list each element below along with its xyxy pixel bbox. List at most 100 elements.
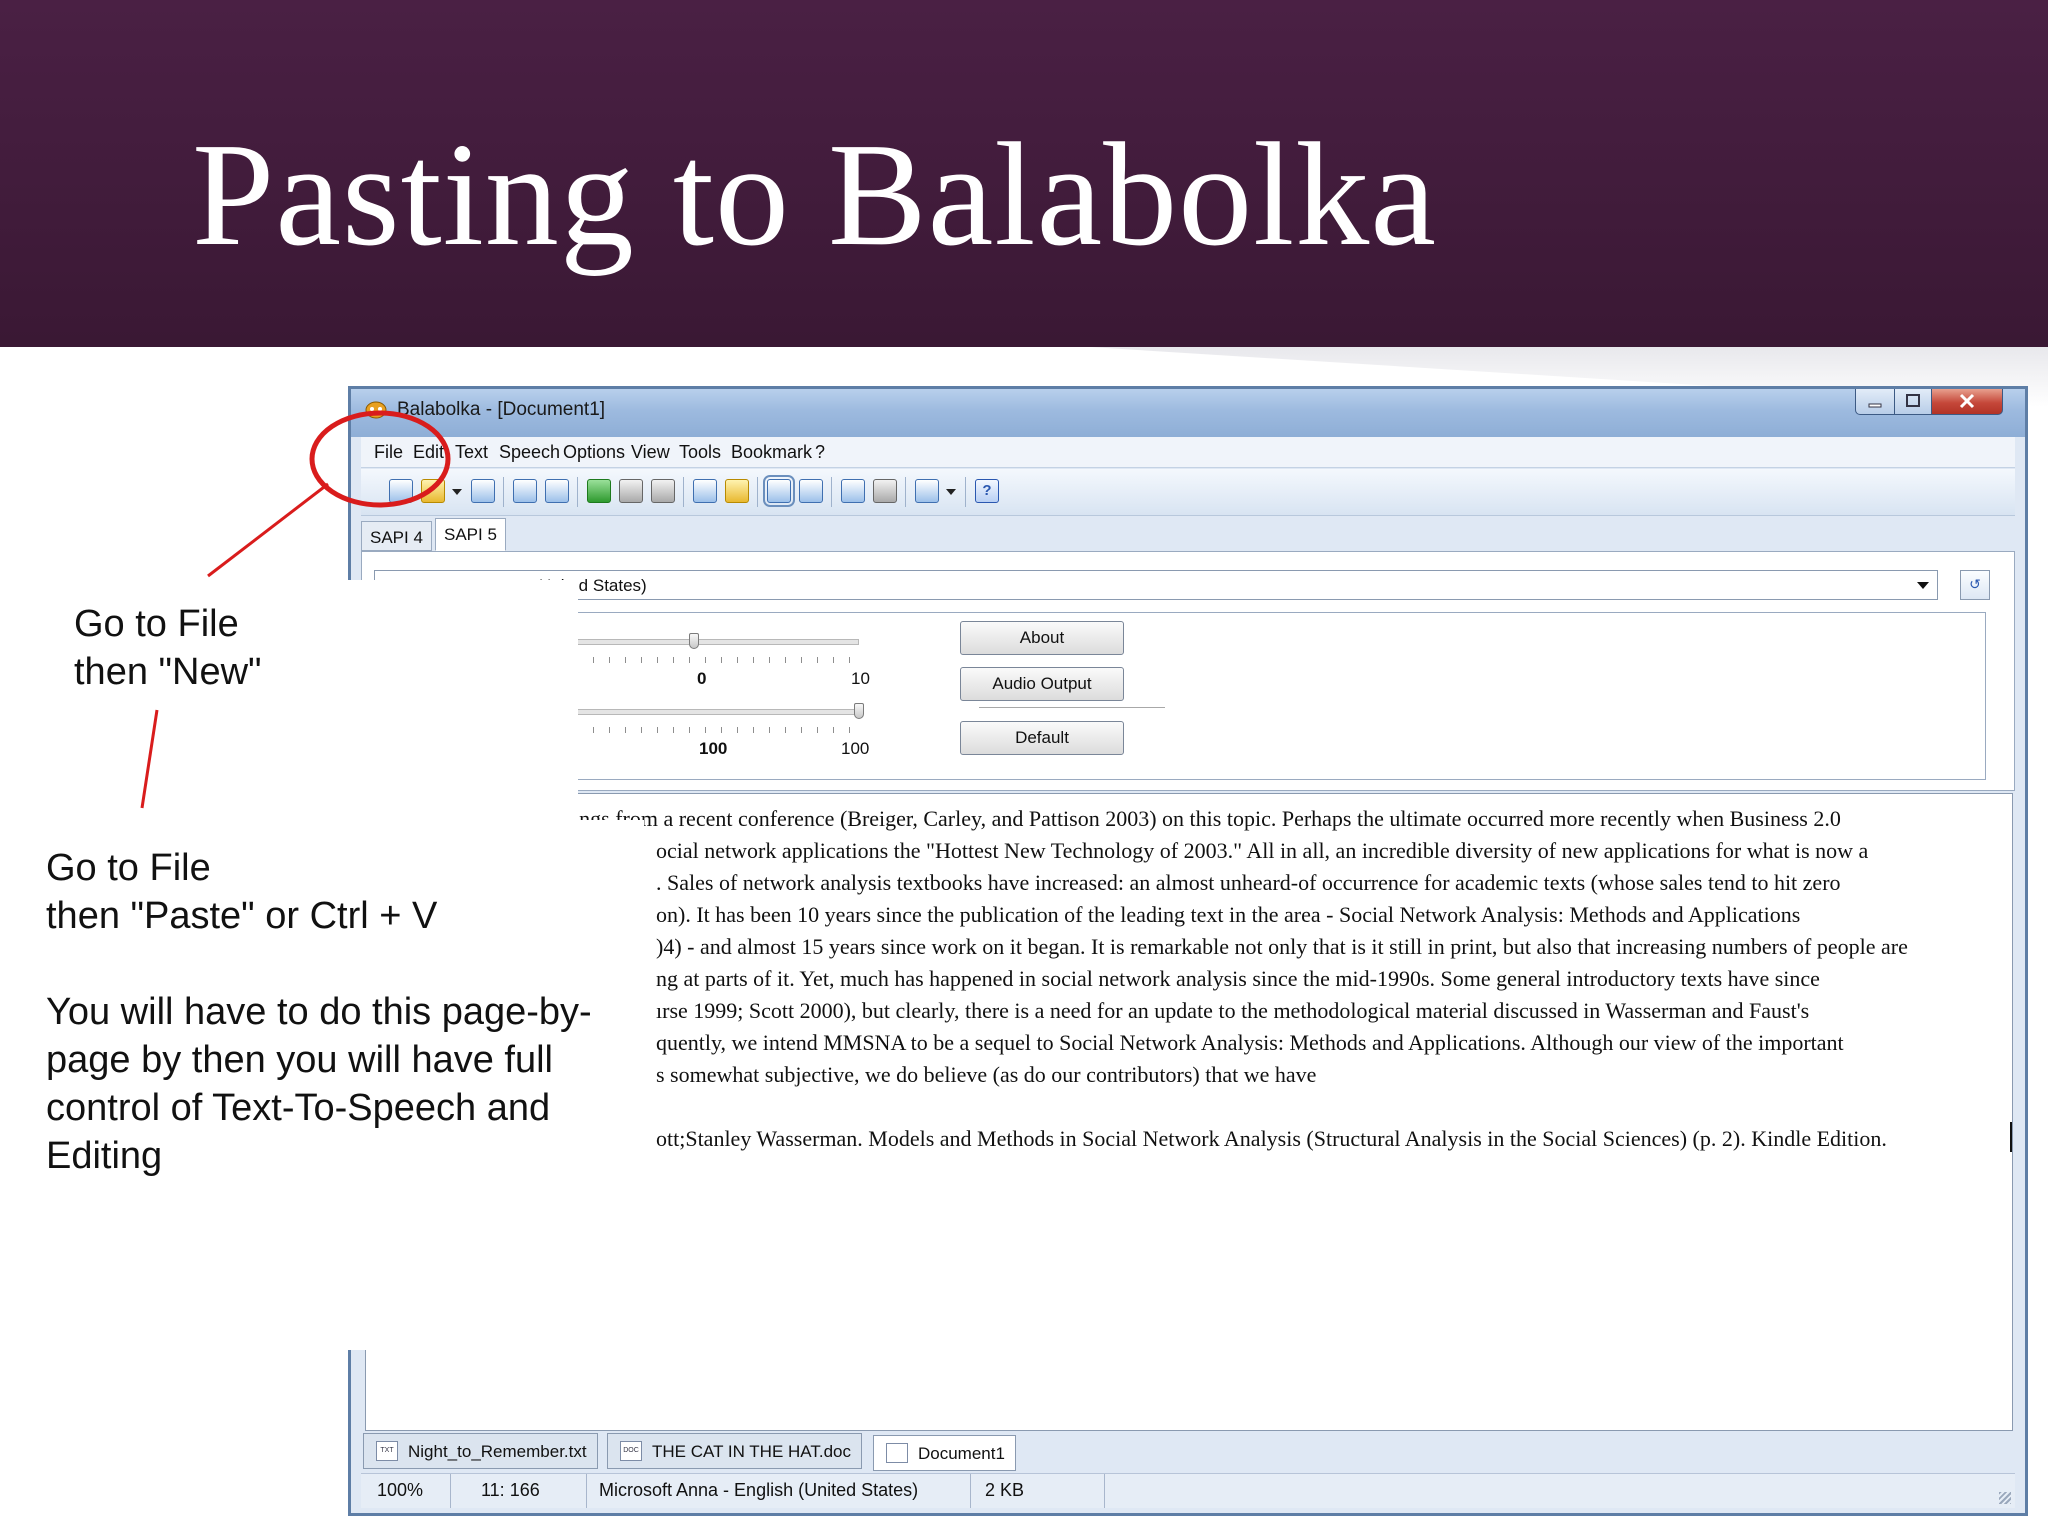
audio-output-button[interactable]: Audio Output <box>960 667 1124 701</box>
voice-select[interactable]: United States) <box>374 570 1938 600</box>
open-file-audio-icon[interactable] <box>725 479 749 503</box>
minimize-button[interactable] <box>1855 389 1895 415</box>
menu-edit[interactable]: Edit <box>413 442 444 463</box>
menu-text[interactable]: Text <box>455 442 488 463</box>
txt-file-icon: TXT <box>376 1441 398 1461</box>
text-caret <box>2010 1122 2012 1152</box>
dropdown-arrow-icon[interactable] <box>946 489 956 495</box>
volume-slider-ticks <box>529 727 859 733</box>
document-line: ott;Stanley Wasserman. Models and Method… <box>656 1126 1887 1151</box>
toolbar-separator <box>905 477 906 507</box>
menu-help[interactable]: ? <box>815 442 825 463</box>
text-settings-icon[interactable] <box>763 475 795 507</box>
pause-icon[interactable] <box>619 479 643 503</box>
menu-options[interactable]: Options <box>563 442 625 463</box>
stop-icon[interactable] <box>651 479 675 503</box>
note-line: page by then you will have full <box>46 1039 553 1081</box>
note-line: Editing <box>46 1135 163 1177</box>
callout-line: then "New" <box>74 651 262 693</box>
callout-line: then "Paste" or Ctrl + V <box>46 895 438 937</box>
tab-label: Night_to_Remember.txt <box>408 1442 587 1461</box>
rate-current-label: 0 <box>697 669 707 688</box>
status-bar: 100% 11: 166 Microsoft Anna - English (U… <box>361 1473 2015 1508</box>
batch-convert-icon[interactable] <box>915 479 939 503</box>
callout-paste: Go to File then "Paste" or Ctrl + V <box>46 844 437 940</box>
document-line: ng at parts of it. Yet, much has happene… <box>656 966 1820 991</box>
close-button[interactable] <box>1931 389 2003 415</box>
about-button[interactable]: About <box>960 621 1124 655</box>
rate-max-label: 10 <box>851 669 870 688</box>
save-icon[interactable] <box>471 479 495 503</box>
toolbar-separator <box>683 477 684 507</box>
rate-slider-thumb[interactable] <box>689 633 699 649</box>
read-aloud-clipboard-icon[interactable] <box>513 479 537 503</box>
open-folder-icon[interactable] <box>421 479 445 503</box>
balabolka-app-icon <box>365 401 387 419</box>
toolbar-separator <box>757 477 758 507</box>
save-audio-icon[interactable] <box>545 479 569 503</box>
toolbar-separator <box>831 477 832 507</box>
menu-bar: File Edit Text Speech Options View Tools… <box>361 437 2015 468</box>
tab-sapi4[interactable]: SAPI 4 <box>361 521 432 551</box>
menu-tools[interactable]: Tools <box>679 442 721 463</box>
callout-new: Go to File then "New" <box>74 600 262 696</box>
status-voice: Microsoft Anna - English (United States) <box>587 1474 971 1508</box>
title-bar[interactable]: Balabolka - [Document1] <box>351 389 2025 437</box>
callout-backdrop <box>330 580 578 820</box>
play-icon[interactable] <box>587 479 611 503</box>
doc-file-icon: DOC <box>620 1441 642 1461</box>
spell-check-icon[interactable] <box>799 479 823 503</box>
window-title: Balabolka - [Document1] <box>397 399 606 420</box>
resize-grip[interactable] <box>1999 1492 2011 1504</box>
read-file-icon[interactable] <box>693 479 717 503</box>
tab-the-cat-in-the-hat[interactable]: DOC THE CAT IN THE HAT.doc <box>607 1433 863 1469</box>
menu-speech[interactable]: Speech <box>499 442 560 463</box>
status-zoom: 100% <box>361 1474 451 1508</box>
new-document-icon[interactable] <box>389 479 413 503</box>
menu-file[interactable]: File <box>374 442 403 463</box>
pointer-line <box>207 482 329 578</box>
volume-slider-track[interactable] <box>529 709 859 715</box>
chevron-down-icon <box>1917 582 1929 589</box>
help-icon[interactable]: ? <box>975 479 999 503</box>
volume-current-label: 100 <box>699 739 728 758</box>
menu-bookmark[interactable]: Bookmark <box>731 442 812 463</box>
tab-night-to-remember[interactable]: TXT Night_to_Remember.txt <box>363 1433 598 1469</box>
volume-max-label: 100 <box>841 739 870 758</box>
instruction-note: You will have to do this page-by- page b… <box>46 988 592 1180</box>
dropdown-arrow-icon[interactable] <box>452 489 462 495</box>
split-file-icon[interactable] <box>841 479 865 503</box>
status-position: 11: 166 <box>451 1474 587 1508</box>
maximize-button[interactable] <box>1894 389 1932 415</box>
toolbar-separator <box>577 477 578 507</box>
note-line: control of Text-To-Speech and <box>46 1087 551 1129</box>
button-divider <box>979 707 1165 711</box>
toolbar: ? <box>361 469 2015 516</box>
pointer-line <box>140 709 159 809</box>
voice-panel: United States) ↺ 0 10 0 100 100 About Au… <box>361 551 2015 791</box>
document-line: quently, we intend MMSNA to be a sequel … <box>656 1030 1844 1055</box>
rate-slider-ticks <box>529 657 859 663</box>
menu-view[interactable]: View <box>631 442 670 463</box>
callout-line: Go to File <box>74 603 239 645</box>
refresh-voices-button[interactable]: ↺ <box>1960 570 1990 600</box>
blank-document-icon <box>886 1443 908 1463</box>
document-line: ocial network applications the "Hottest … <box>656 838 1869 863</box>
toolbar-separator <box>503 477 504 507</box>
minimize-icon <box>1868 403 1882 408</box>
document-line: ırse 1999; Scott 2000), but clearly, the… <box>656 998 1810 1023</box>
tab-label: THE CAT IN THE HAT.doc <box>652 1442 852 1461</box>
tab-sapi5[interactable]: SAPI 5 <box>435 518 506 551</box>
default-button[interactable]: Default <box>960 721 1124 755</box>
note-line: You will have to do this page-by- <box>46 991 592 1033</box>
convert-icon[interactable] <box>873 479 897 503</box>
document-line: )4) - and almost 15 years since work on … <box>656 934 1908 959</box>
document-line: s somewhat subjective, we do believe (as… <box>656 1062 1317 1087</box>
tab-label: Document1 <box>918 1444 1005 1463</box>
close-icon <box>1959 393 1975 409</box>
volume-slider-thumb[interactable] <box>854 703 864 719</box>
maximize-icon <box>1906 394 1920 407</box>
tab-document1[interactable]: Document1 <box>873 1435 1016 1471</box>
voice-parameters: 0 10 0 100 100 About Audio Output Defaul… <box>374 612 1986 780</box>
document-line: on). It has been 10 years since the publ… <box>656 902 1801 927</box>
